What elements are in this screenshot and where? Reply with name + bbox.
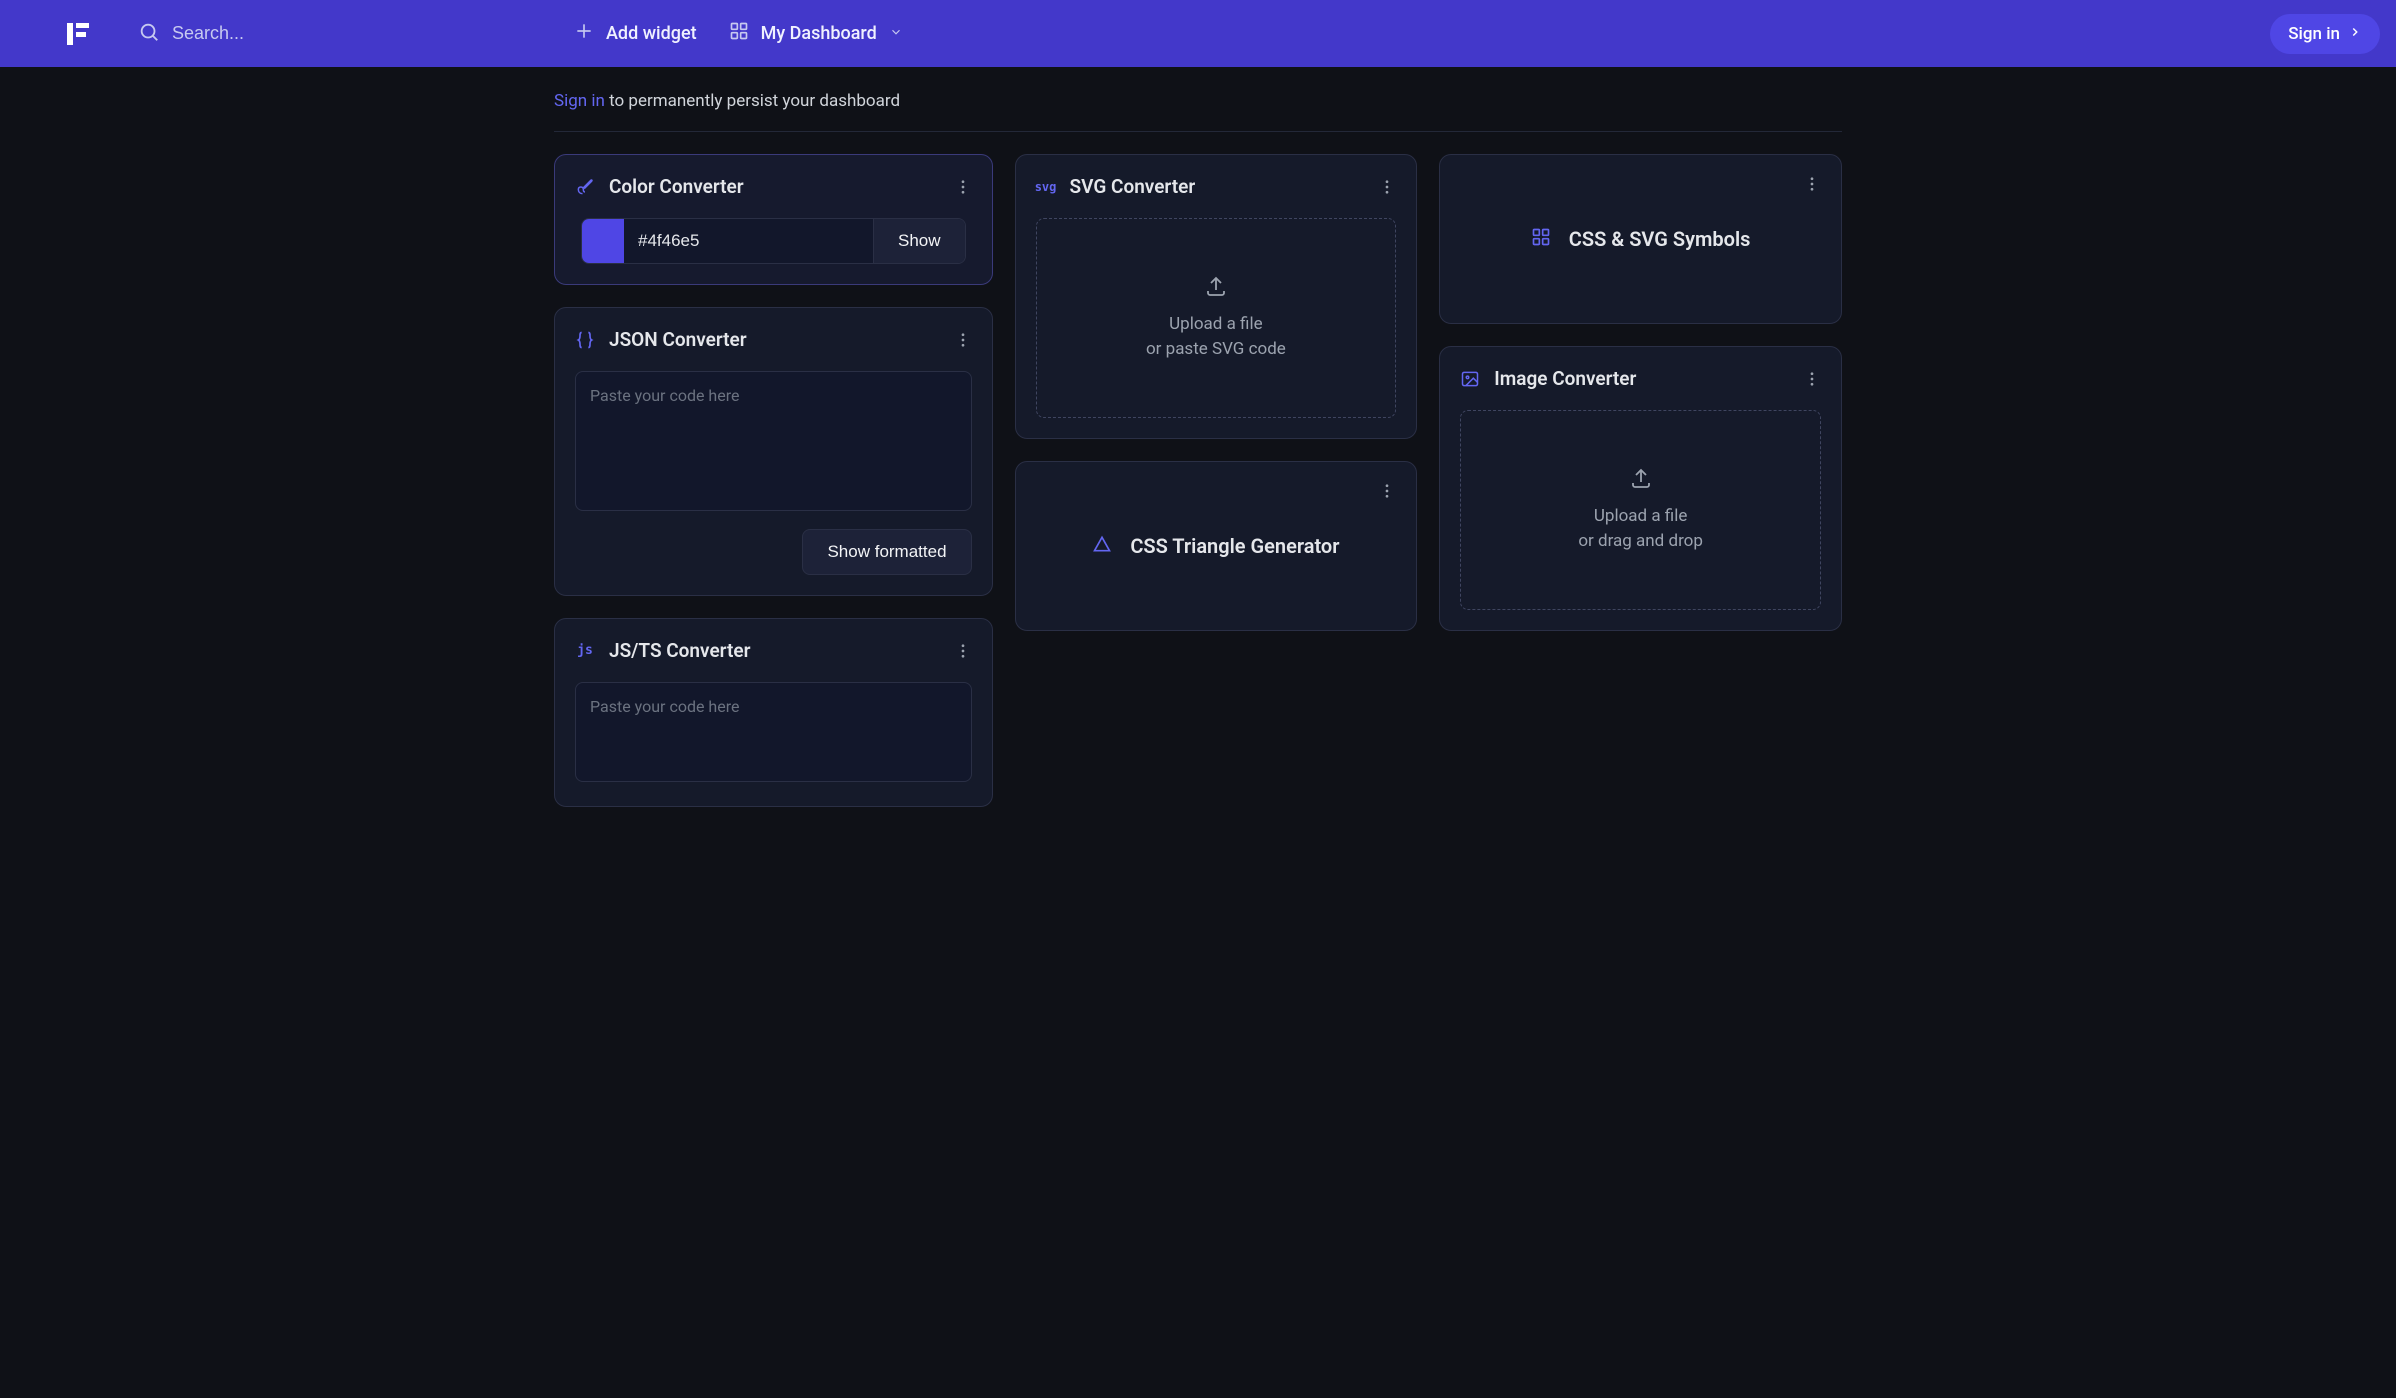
search-input[interactable] bbox=[172, 23, 422, 44]
show-formatted-button[interactable]: Show formatted bbox=[802, 529, 971, 575]
widget-title: JS/TS Converter bbox=[609, 639, 940, 662]
image-dropzone[interactable]: Upload a file or drag and drop bbox=[1460, 410, 1821, 610]
dropzone-line1: Upload a file bbox=[1146, 312, 1286, 338]
more-icon[interactable] bbox=[1803, 370, 1821, 388]
more-icon[interactable] bbox=[1378, 178, 1396, 196]
grid-icon bbox=[1531, 227, 1551, 252]
js-icon: js bbox=[575, 643, 595, 658]
dropzone-line2: or drag and drop bbox=[1578, 529, 1703, 555]
jsts-input[interactable] bbox=[575, 682, 972, 782]
image-converter-widget: Image Converter Upload a file or d bbox=[1439, 346, 1842, 631]
braces-icon bbox=[575, 330, 595, 350]
svg-icon: svg bbox=[1036, 180, 1056, 194]
triangle-icon bbox=[1092, 534, 1112, 559]
plus-icon bbox=[574, 21, 594, 46]
brush-icon bbox=[575, 176, 595, 198]
widget-title: Image Converter bbox=[1494, 367, 1789, 390]
widget-title: CSS & SVG Symbols bbox=[1569, 227, 1751, 251]
add-widget-button[interactable]: Add widget bbox=[558, 11, 713, 56]
svg-converter-widget: svg SVG Converter Upload a file bbox=[1015, 154, 1418, 439]
my-dashboard-button[interactable]: My Dashboard bbox=[713, 11, 919, 56]
more-icon[interactable] bbox=[954, 178, 972, 196]
add-widget-label: Add widget bbox=[606, 23, 697, 44]
upload-icon bbox=[1204, 274, 1228, 302]
my-dashboard-label: My Dashboard bbox=[761, 23, 877, 44]
sign-in-button[interactable]: Sign in bbox=[2270, 14, 2380, 54]
css-svg-symbols-widget: CSS & SVG Symbols bbox=[1439, 154, 1842, 324]
color-value-input[interactable] bbox=[624, 219, 873, 263]
search-icon bbox=[138, 21, 160, 47]
banner-suffix: to permanently persist your dashboard bbox=[605, 91, 900, 111]
app-logo[interactable] bbox=[58, 14, 98, 54]
upload-icon bbox=[1629, 466, 1653, 494]
sign-in-banner: Sign in to permanently persist your dash… bbox=[554, 67, 1842, 132]
json-input[interactable] bbox=[575, 371, 972, 511]
show-button[interactable]: Show bbox=[873, 219, 965, 263]
css-svg-symbols-link[interactable]: CSS & SVG Symbols bbox=[1531, 227, 1751, 252]
color-converter-widget: Color Converter Show bbox=[554, 154, 993, 285]
dropzone-line1: Upload a file bbox=[1578, 504, 1703, 530]
app-header: Add widget My Dashboard Sign in bbox=[0, 0, 2396, 67]
more-icon[interactable] bbox=[1803, 175, 1821, 197]
more-icon[interactable] bbox=[1378, 482, 1396, 504]
sign-in-label: Sign in bbox=[2288, 24, 2340, 44]
grid-icon bbox=[729, 21, 749, 46]
svg-dropzone[interactable]: Upload a file or paste SVG code bbox=[1036, 218, 1397, 418]
dropzone-line2: or paste SVG code bbox=[1146, 337, 1286, 363]
json-converter-widget: JSON Converter Show formatted bbox=[554, 307, 993, 596]
widget-title: JSON Converter bbox=[609, 328, 940, 351]
chevron-right-icon bbox=[2348, 24, 2362, 44]
search-container bbox=[138, 21, 518, 47]
more-icon[interactable] bbox=[954, 331, 972, 349]
chevron-down-icon bbox=[889, 23, 903, 44]
widget-title: Color Converter bbox=[609, 175, 940, 198]
widget-title: SVG Converter bbox=[1070, 175, 1365, 198]
image-icon bbox=[1460, 368, 1480, 390]
css-triangle-link[interactable]: CSS Triangle Generator bbox=[1092, 534, 1339, 559]
banner-sign-in-link[interactable]: Sign in bbox=[554, 91, 605, 111]
jsts-converter-widget: js JS/TS Converter bbox=[554, 618, 993, 807]
color-swatch[interactable] bbox=[582, 219, 624, 263]
more-icon[interactable] bbox=[954, 642, 972, 660]
css-triangle-widget: CSS Triangle Generator bbox=[1015, 461, 1418, 631]
widget-title: CSS Triangle Generator bbox=[1130, 534, 1339, 558]
